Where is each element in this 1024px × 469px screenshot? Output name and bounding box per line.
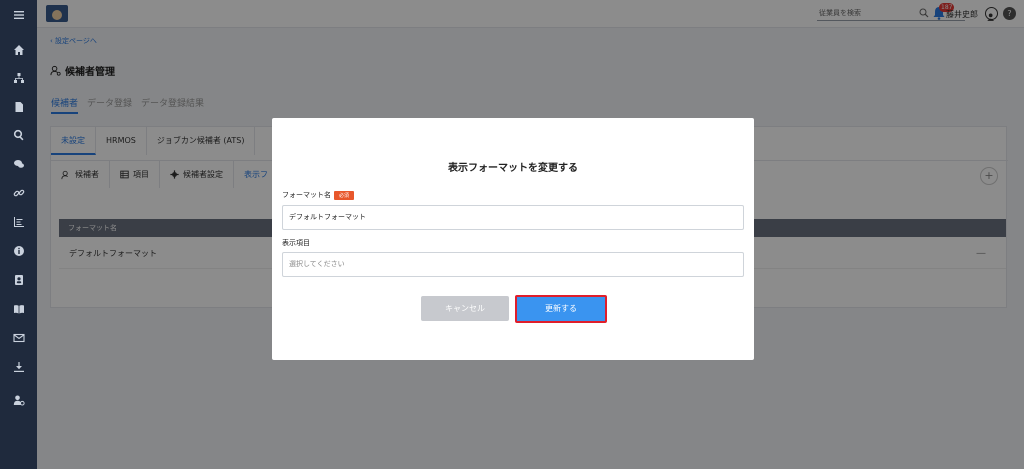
required-badge: 必須: [334, 190, 355, 200]
display-items-select[interactable]: 選択してください: [282, 252, 744, 277]
info-icon[interactable]: [0, 241, 37, 261]
format-name-label: フォーマット名 必須: [282, 190, 355, 200]
link-icon[interactable]: [0, 183, 37, 203]
modal-title: 表示フォーマットを変更する: [448, 163, 578, 174]
user-settings-icon[interactable]: [0, 390, 37, 410]
cancel-button[interactable]: キャンセル: [421, 296, 509, 321]
menu-icon[interactable]: [0, 5, 37, 25]
mail-icon[interactable]: [0, 328, 37, 348]
format-name-label-text: フォーマット名: [282, 191, 331, 199]
chat-icon[interactable]: [0, 154, 37, 174]
contact-card-icon[interactable]: [0, 270, 37, 290]
book-icon[interactable]: [0, 299, 37, 319]
download-icon[interactable]: [0, 357, 37, 377]
display-items-label: 表示項目: [282, 239, 310, 247]
search-icon[interactable]: [0, 125, 37, 145]
change-format-modal: 表示フォーマットを変更する フォーマット名 必須 デフォルトフォーマット 表示項…: [272, 118, 754, 360]
chart-icon[interactable]: [0, 212, 37, 232]
document-icon[interactable]: [0, 97, 37, 117]
org-chart-icon[interactable]: [0, 68, 37, 88]
format-name-input[interactable]: デフォルトフォーマット: [282, 205, 744, 230]
sidebar: [0, 0, 37, 469]
home-icon[interactable]: [0, 40, 37, 60]
update-button[interactable]: 更新する: [515, 295, 607, 323]
